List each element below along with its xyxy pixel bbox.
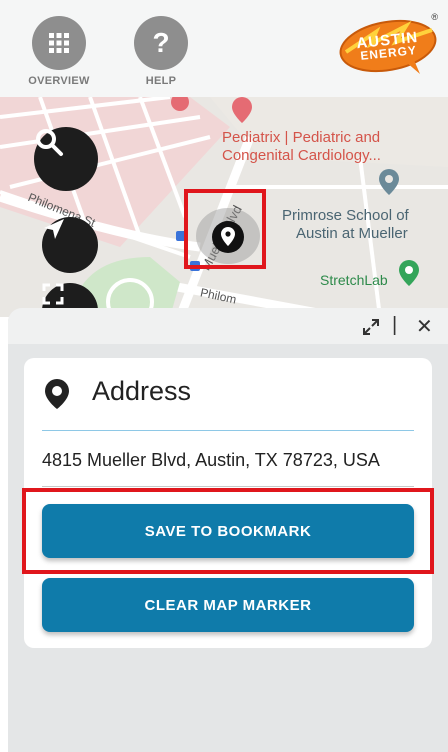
search-map-button[interactable] [34,127,98,191]
address-title: Address [92,376,192,406]
location-pin-icon [42,378,72,415]
address-value: 4815 Mueller Blvd, Austin, TX 78723, USA [42,450,380,470]
registered-mark: ® [431,12,438,22]
address-divider [42,486,414,487]
clear-map-marker-button[interactable]: CLEAR MAP MARKER [42,578,414,632]
poi-label-pediatrix-line2: Congenital Cardiology... [222,147,381,164]
help-label: HELP [145,75,177,87]
poi-label-primrose-line2: Austin at Mueller [296,225,408,242]
poi-label-pediatrix: Pediatrix | Pediatric and [222,129,381,146]
grid-icon [32,16,86,70]
question-icon: ? [134,16,188,70]
poi-label-primrose: Primrose School of [282,207,409,224]
help-button[interactable]: ? HELP [130,16,192,87]
overview-button[interactable]: OVERVIEW [28,16,90,87]
extent-icon [42,283,64,305]
navigation-arrow-icon [44,219,64,239]
expand-icon[interactable] [362,318,380,341]
map-view[interactable]: Pediatrix | Pediatric and Congenital Car… [0,97,448,317]
save-button-highlight-box [22,488,434,574]
search-icon [36,129,63,156]
app-header: OVERVIEW ? HELP AUSTIN ENERGY ® [0,0,448,97]
toolbar-separator: | [392,314,398,336]
title-divider [42,430,414,431]
locate-button[interactable] [42,217,98,273]
austin-energy-logo: AUSTIN ENERGY ® [336,12,440,80]
poi-label-stretchlab: StretchLab [320,272,388,288]
close-icon[interactable]: ✕ [416,314,433,339]
overview-label: OVERVIEW [28,75,90,87]
panel-toolbar: | ✕ [8,308,448,344]
